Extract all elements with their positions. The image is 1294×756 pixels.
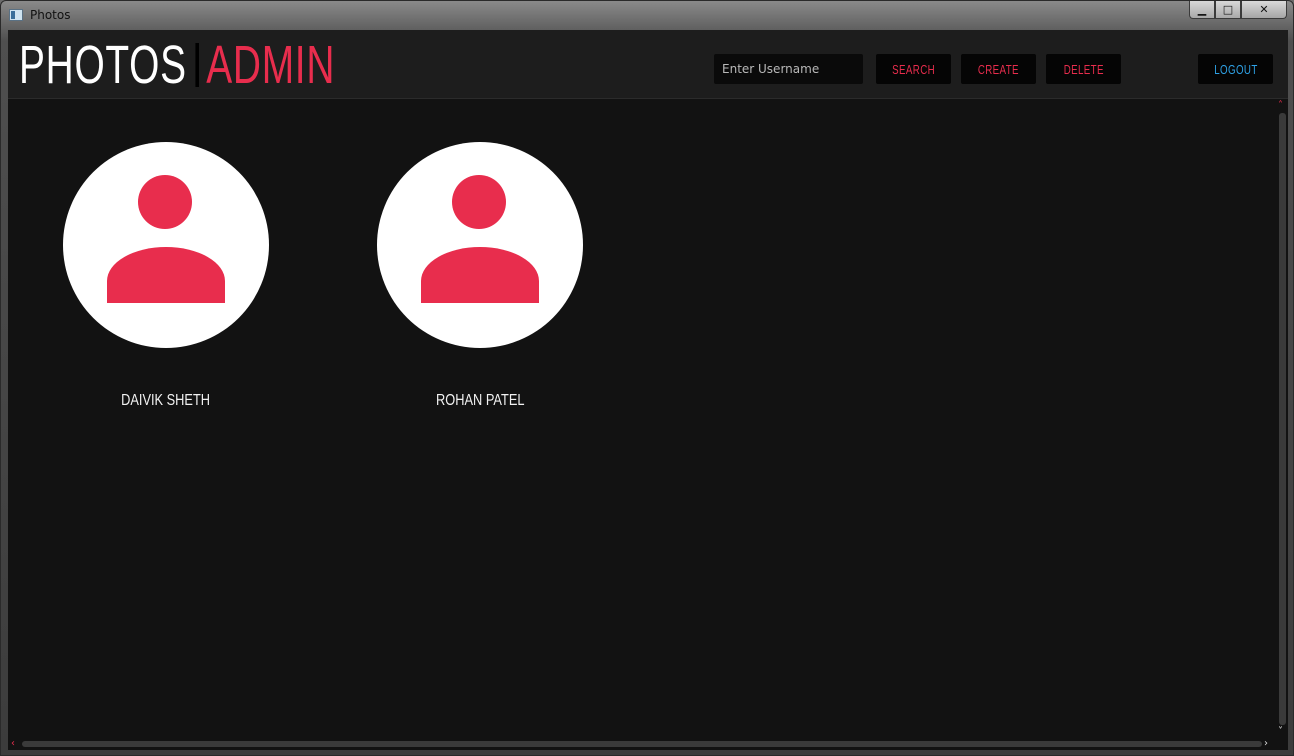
title-bar[interactable]: Photos ▁ □ ✕ <box>1 1 1293 29</box>
user-name-label: DAIVIK SHETH <box>63 392 269 410</box>
user-name-text: ROHAN PATEL <box>435 392 525 409</box>
avatar-head-shape <box>138 175 192 229</box>
logout-button[interactable]: LOGOUT <box>1198 54 1273 84</box>
app-window: Photos ▁ □ ✕ PHOTOS ADMIN SEARCH CREATE … <box>0 0 1294 756</box>
user-grid: DAIVIK SHETH ROHAN PATEL <box>8 99 1276 740</box>
avatar-body-shape <box>107 247 225 303</box>
search-button-label: SEARCH <box>892 61 935 77</box>
delete-button[interactable]: DELETE <box>1046 54 1121 84</box>
user-name-label: ROHAN PATEL <box>377 392 583 410</box>
horizontal-scrollbar[interactable]: ‹ › <box>8 738 1276 750</box>
header-bar: PHOTOS ADMIN SEARCH CREATE DELETE LOGOUT <box>8 30 1288 99</box>
logout-button-label: LOGOUT <box>1213 61 1258 77</box>
user-avatar-icon[interactable] <box>63 142 269 348</box>
create-button-label: CREATE <box>977 61 1020 77</box>
logo-divider <box>195 43 200 87</box>
delete-button-label: DELETE <box>1063 61 1104 77</box>
logo-photos-text: PHOTOS <box>19 35 187 95</box>
window-controls: ▁ □ ✕ <box>1189 1 1287 21</box>
search-button[interactable]: SEARCH <box>876 54 951 84</box>
avatar-body-shape <box>421 247 539 303</box>
user-card[interactable]: DAIVIK SHETH <box>63 142 269 432</box>
user-avatar-icon[interactable] <box>377 142 583 348</box>
create-button[interactable]: CREATE <box>961 54 1036 84</box>
user-card[interactable]: ROHAN PATEL <box>377 142 583 432</box>
horizontal-scroll-track[interactable] <box>22 741 1262 747</box>
scroll-right-icon[interactable]: › <box>1264 739 1268 749</box>
scroll-left-icon[interactable]: ‹ <box>11 739 15 749</box>
vertical-scrollbar[interactable]: ˄ ˅ <box>1276 99 1288 740</box>
username-search-input[interactable] <box>714 54 863 84</box>
vertical-scroll-track[interactable] <box>1279 113 1286 725</box>
close-button[interactable]: ✕ <box>1241 1 1287 19</box>
app-window-icon <box>9 9 23 21</box>
window-title: Photos <box>30 8 71 22</box>
avatar-head-shape <box>452 175 506 229</box>
app-content: PHOTOS ADMIN SEARCH CREATE DELETE LOGOUT… <box>8 30 1288 750</box>
scroll-down-icon[interactable]: ˅ <box>1278 727 1283 737</box>
scrollbar-corner <box>1276 738 1288 750</box>
logo-admin-text: ADMIN <box>206 35 336 95</box>
minimize-button[interactable]: ▁ <box>1189 1 1215 19</box>
user-name-text: DAIVIK SHETH <box>121 392 211 409</box>
scroll-up-icon[interactable]: ˄ <box>1278 101 1283 111</box>
maximize-button[interactable]: □ <box>1215 1 1241 19</box>
app-logo: PHOTOS ADMIN <box>19 35 335 95</box>
